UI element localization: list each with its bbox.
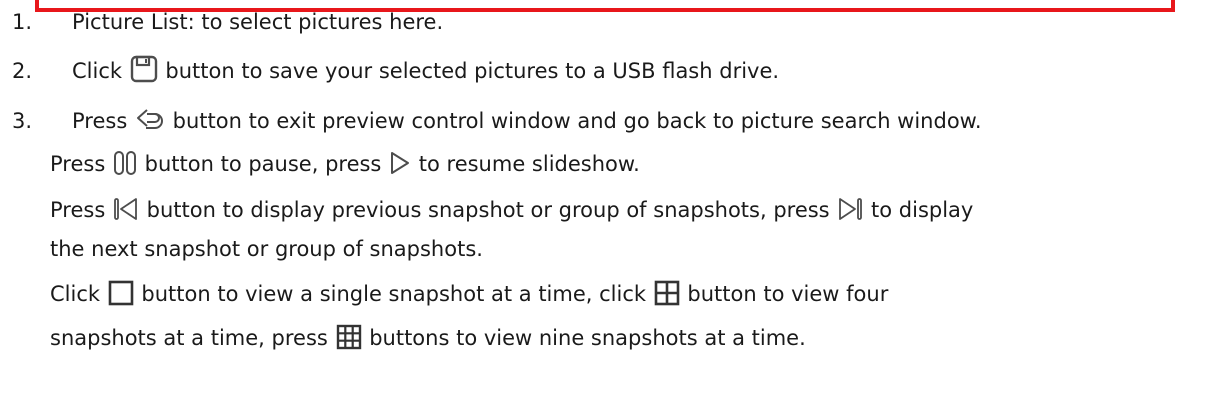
next-icon — [837, 196, 863, 222]
text-segment: Press — [50, 198, 106, 222]
item-text-pre: Press — [72, 109, 128, 133]
back-icon — [135, 107, 165, 133]
item-text-pre: Click — [72, 59, 123, 83]
item-text-post: button to save your selected pictures to… — [165, 59, 780, 83]
item-text: Click button to save your selected pictu… — [72, 53, 779, 89]
play-icon — [389, 150, 411, 176]
item-text-post: button to exit preview control window an… — [172, 109, 982, 133]
item-text: Press button to exit preview control win… — [72, 103, 982, 139]
text-segment: button to view a single snapshot at a ti… — [141, 282, 647, 306]
text-segment: button to pause, press — [144, 152, 382, 176]
text-segment: to display — [871, 198, 974, 222]
nine-view-icon — [336, 324, 362, 350]
save-icon — [130, 55, 158, 83]
item-number: 2. — [12, 59, 33, 83]
text-segment: button to view four — [687, 282, 889, 306]
text-segment: to resume slideshow. — [418, 152, 640, 176]
text-segment: the next snapshot or group of snapshots. — [50, 237, 483, 261]
item-number: 3. — [12, 109, 33, 133]
text-segment: buttons to view nine snapshots at a time… — [369, 326, 806, 350]
previous-icon — [113, 196, 139, 222]
four-view-icon — [654, 280, 680, 306]
text-segment: Click — [50, 282, 101, 306]
text-segment: Press — [50, 152, 106, 176]
item-number: 1. — [12, 10, 33, 34]
single-view-icon — [108, 280, 134, 306]
item-text: Picture List: to select pictures here. — [72, 10, 444, 34]
text-segment: snapshots at a time, press — [50, 326, 328, 350]
pause-icon — [113, 150, 137, 176]
text-segment: button to display previous snapshot or g… — [146, 198, 830, 222]
